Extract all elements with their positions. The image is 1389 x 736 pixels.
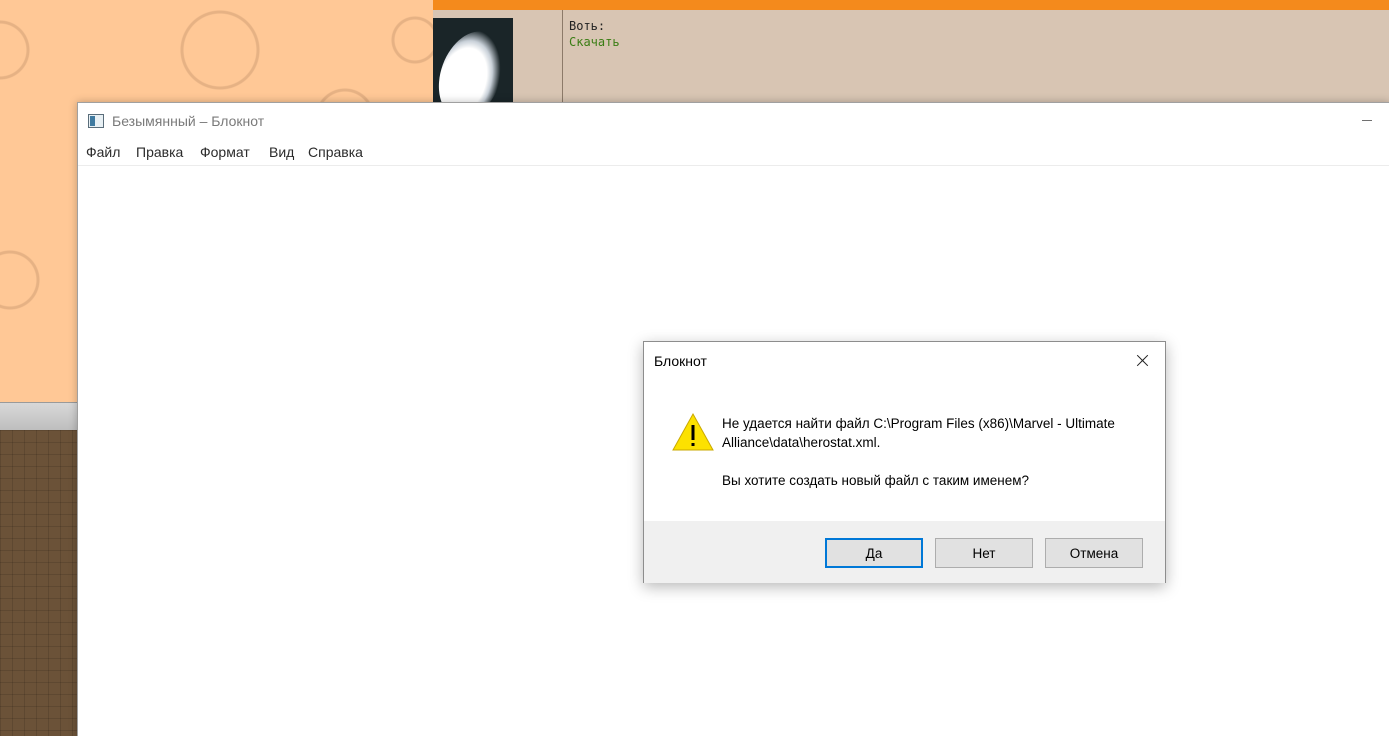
background-header-bar bbox=[433, 0, 1389, 10]
window-title: Безымянный – Блокнот bbox=[112, 113, 265, 129]
post-text: Воть: bbox=[569, 19, 606, 33]
dialog-button-area: Да Нет Отмена bbox=[644, 521, 1165, 583]
close-icon[interactable] bbox=[1121, 342, 1165, 378]
dialog-message: Не удается найти файл C:\Program Files (… bbox=[722, 414, 1142, 452]
notepad-titlebar[interactable]: Безымянный – Блокнот bbox=[78, 103, 1389, 139]
post-divider bbox=[562, 10, 563, 102]
menu-bar: Файл Правка Формат Вид Справка bbox=[78, 141, 1389, 166]
background-tile bbox=[0, 430, 78, 736]
download-link[interactable]: Скачать bbox=[569, 34, 620, 50]
dialog-question: Вы хотите создать новый файл с таким име… bbox=[722, 473, 1030, 488]
no-button[interactable]: Нет bbox=[935, 538, 1033, 568]
menu-view[interactable]: Вид bbox=[269, 144, 294, 160]
user-avatar[interactable] bbox=[433, 18, 513, 102]
menu-format[interactable]: Формат bbox=[200, 144, 250, 160]
cancel-button[interactable]: Отмена bbox=[1045, 538, 1143, 568]
dialog-message-line: Не удается найти файл C:\Program Files (… bbox=[722, 416, 1115, 431]
yes-button[interactable]: Да bbox=[825, 538, 923, 568]
background-toolbar-strip bbox=[0, 402, 80, 431]
menu-file[interactable]: Файл bbox=[86, 144, 120, 160]
notepad-icon bbox=[88, 114, 104, 128]
dialog-message-line: Alliance\data\herostat.xml. bbox=[722, 435, 881, 450]
message-box: Блокнот Не удается найти файл C:\Program… bbox=[643, 341, 1166, 583]
menu-help[interactable]: Справка bbox=[308, 144, 363, 160]
minimize-button[interactable] bbox=[1344, 103, 1389, 135]
dialog-title: Блокнот bbox=[654, 353, 707, 369]
warning-icon bbox=[672, 412, 714, 451]
menu-edit[interactable]: Правка bbox=[136, 144, 183, 160]
